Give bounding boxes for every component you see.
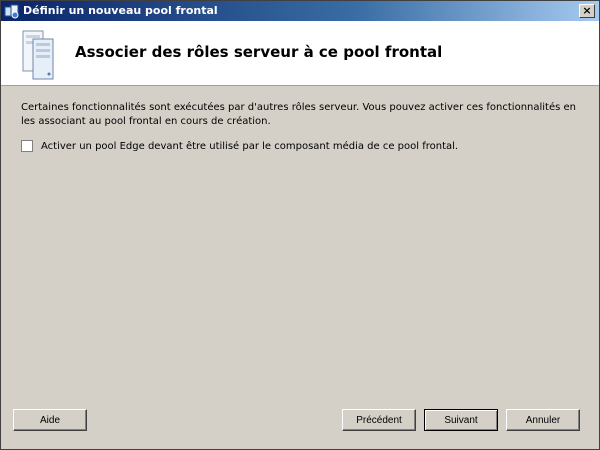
cancel-button[interactable]: Annuler — [506, 409, 580, 431]
header-panel: Associer des rôles serveur à ce pool fro… — [1, 21, 599, 86]
close-icon: × — [582, 4, 592, 17]
edge-pool-checkbox[interactable] — [21, 140, 33, 152]
dialog-window: Définir un nouveau pool frontal × Associ… — [0, 0, 600, 450]
page-title: Associer des rôles serveur à ce pool fro… — [75, 43, 443, 61]
next-button[interactable]: Suivant — [424, 409, 498, 431]
window-title: Définir un nouveau pool frontal — [23, 4, 218, 17]
previous-button[interactable]: Précédent — [342, 409, 416, 431]
title-bar[interactable]: Définir un nouveau pool frontal × — [1, 1, 599, 21]
server-icon — [21, 29, 55, 81]
edge-pool-checkbox-label[interactable]: Activer un pool Edge devant être utilisé… — [41, 140, 458, 153]
close-button[interactable]: × — [579, 4, 595, 18]
app-icon — [4, 3, 20, 19]
description-text: Certaines fonctionnalités sont exécutées… — [21, 102, 577, 127]
help-button[interactable]: Aide — [13, 409, 87, 431]
